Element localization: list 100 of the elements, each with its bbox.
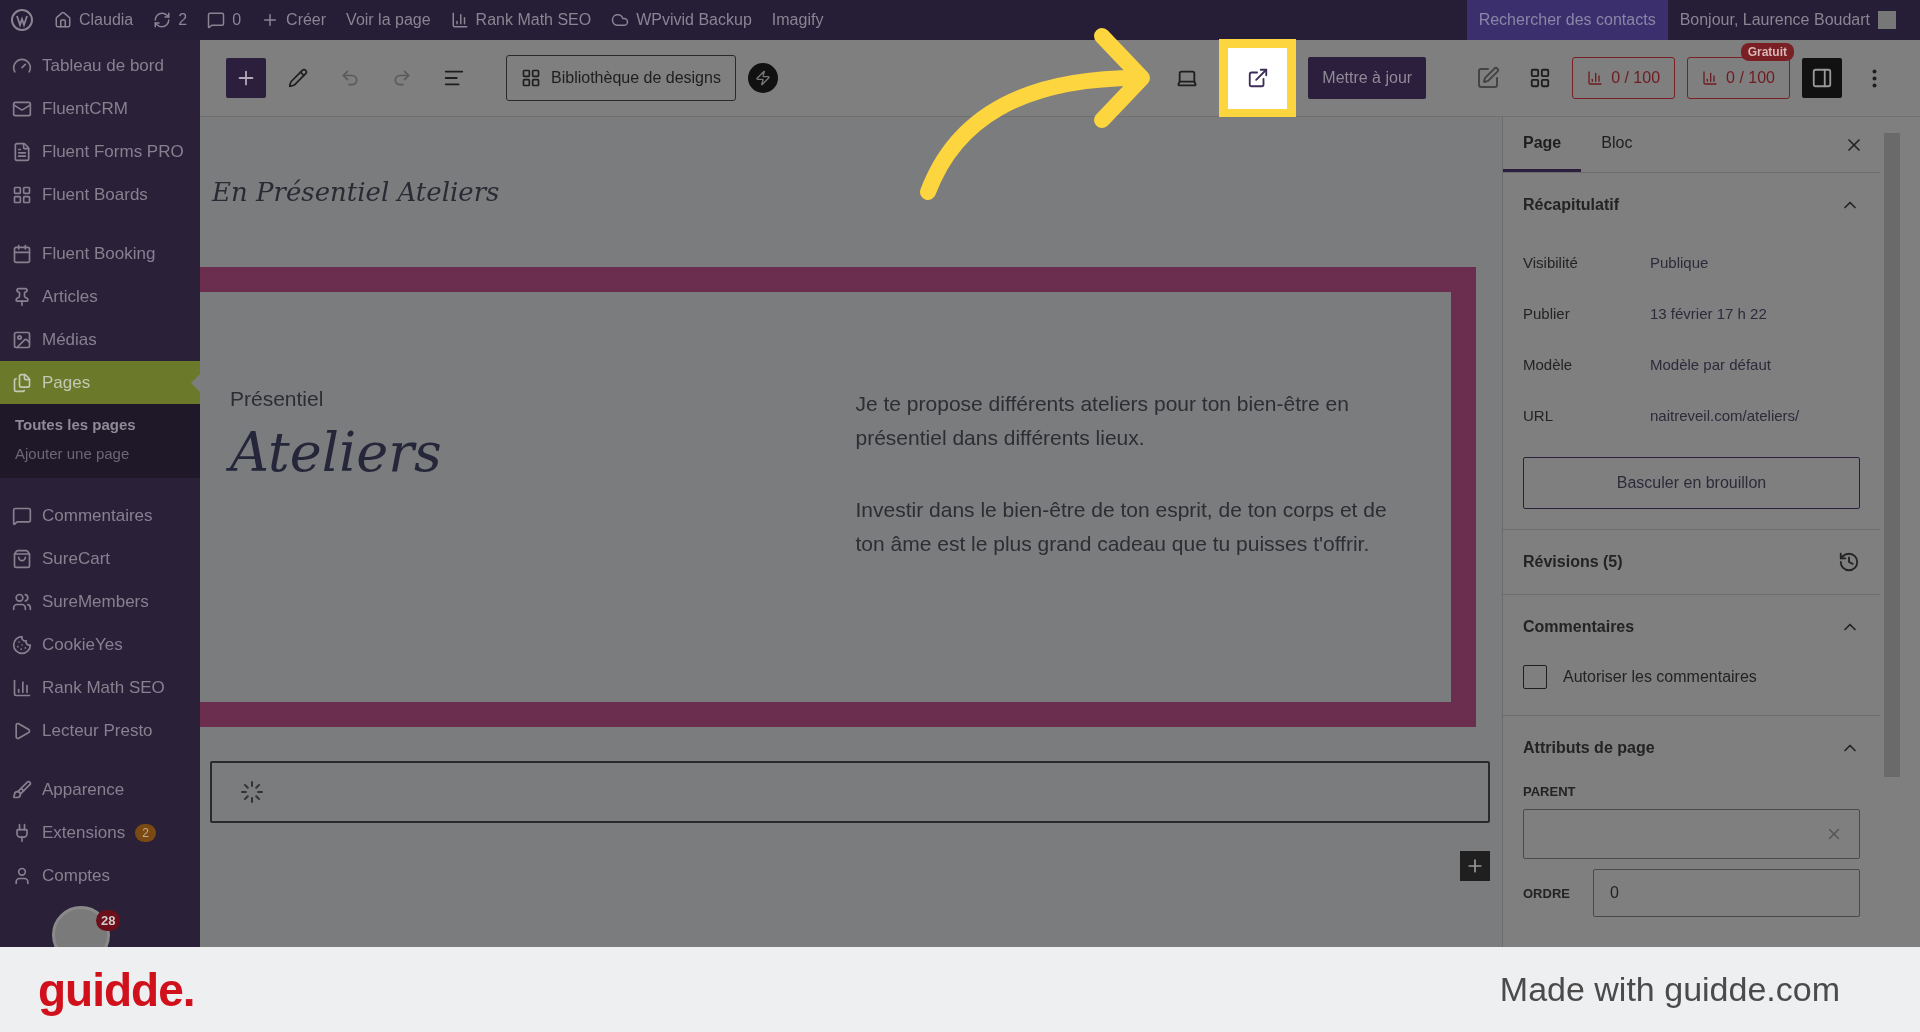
field-value[interactable]: Publique [1650, 254, 1709, 271]
play-icon [12, 720, 32, 741]
plugin-logo-icon[interactable] [747, 63, 778, 93]
field-value[interactable]: Modèle par défaut [1650, 356, 1771, 373]
history-icon[interactable] [1838, 551, 1860, 573]
seo-score-button[interactable]: 0 / 100 [1572, 57, 1676, 99]
sidebar-label: Fluent Forms PRO [42, 141, 184, 162]
avatar-icon [1878, 11, 1896, 29]
sidebar-label: Médias [42, 329, 97, 350]
undo-icon [340, 68, 360, 88]
chart-icon [1587, 70, 1604, 86]
wordpress-logo-icon[interactable] [10, 8, 34, 32]
checkbox[interactable] [1523, 665, 1547, 689]
sidebar-item[interactable]: Pages [0, 361, 200, 404]
sidebar-panel-icon [1811, 67, 1833, 89]
sidebar-label: Fluent Booking [42, 243, 156, 264]
form-icon [12, 141, 32, 162]
field-label: URL [1523, 407, 1554, 424]
sidebar-item[interactable]: Fluent Boards [0, 173, 200, 216]
sidebar-item[interactable]: Rank Math SEO [0, 666, 200, 709]
refresh-icon [153, 11, 172, 29]
calendar-icon [12, 243, 32, 264]
submenu-item[interactable]: Toutes les pages [0, 410, 200, 439]
add-block-button[interactable] [226, 58, 266, 98]
site-link[interactable]: Claudia [44, 11, 144, 29]
grid-icon [521, 68, 541, 88]
sidebar-label: SureMembers [42, 591, 149, 612]
sidebar-item[interactable]: Fluent Forms PRO [0, 130, 200, 173]
image-icon [12, 329, 32, 350]
sidebar-label: Fluent Boards [42, 184, 148, 205]
design-library-button[interactable]: Bibliothèque de designs [506, 55, 736, 101]
chart-icon [12, 677, 32, 698]
sidebar-label: Lecteur Presto [42, 720, 153, 741]
sidebar-item[interactable]: Médias [0, 318, 200, 361]
sidebar-item[interactable]: Commentaires [0, 494, 200, 537]
sidebar-label: Rank Math SEO [42, 677, 165, 698]
update-button[interactable]: Mettre à jour [1308, 57, 1427, 99]
parent-field[interactable] [1523, 809, 1860, 859]
search-contacts-link[interactable]: Rechercher des contacts [1466, 0, 1668, 40]
admin-bar-link[interactable]: Imagify [761, 11, 834, 29]
order-field[interactable]: 0 [1593, 869, 1860, 917]
view-page-button[interactable] [1219, 38, 1297, 118]
comment-icon [12, 505, 32, 526]
grid-icon [1529, 67, 1552, 89]
submenu-item[interactable]: Ajouter une page [0, 439, 200, 468]
sidebar-item[interactable]: SureCart [0, 537, 200, 580]
add-block-button[interactable] [1460, 851, 1490, 881]
comments-link[interactable]: 0 [197, 11, 252, 29]
comment-icon [207, 11, 226, 29]
sidebar-item[interactable]: Apparence [0, 768, 200, 811]
section-paragraph: Investir dans le bien-être de ton esprit, de ton corps et de ton âme est le plus grand cadeau que tu puisses t'offrir. [854, 497, 1388, 557]
sidebar-item[interactable]: Tableau de bord [0, 44, 200, 87]
sidebar-item[interactable]: Comptes [0, 854, 200, 897]
sidebar-label: Comptes [42, 865, 111, 886]
sidebar-item[interactable]: Articles [0, 275, 200, 318]
user-icon [12, 865, 32, 886]
panel-tab[interactable]: Bloc [1581, 117, 1653, 172]
section-title: Attributs de page [1523, 739, 1655, 757]
sidebar-item[interactable]: Lecteur Presto [0, 709, 200, 752]
field-label: Visibilité [1523, 254, 1579, 271]
sidebar-label: Commentaires [42, 505, 153, 526]
settings-toggle-button[interactable] [1802, 58, 1842, 98]
sidebar-item[interactable]: CookieYes [0, 623, 200, 666]
cookie-icon [12, 634, 32, 655]
admin-bar-link[interactable]: Rank Math SEO [440, 11, 602, 29]
switch-to-draft-button[interactable]: Basculer en brouillon [1523, 457, 1860, 509]
sidebar-item[interactable]: FluentCRM [0, 87, 200, 130]
sidebar-label: Articles [42, 286, 98, 307]
admin-bar-link[interactable]: Voir la page [336, 11, 441, 29]
panel-tab[interactable]: Page [1503, 117, 1582, 172]
free-badge: Gratuit [1740, 43, 1794, 61]
field-label: PARENT [1523, 784, 1577, 799]
footer-tagline: Made with guidde.com [1499, 970, 1840, 1009]
section-title: Commentaires [1523, 618, 1635, 636]
brand-logo: guidde. [38, 962, 195, 1017]
sidebar-label: Tableau de bord [42, 55, 164, 76]
sidebar-item[interactable]: Extensions 2 [0, 811, 200, 854]
admin-bar-link[interactable]: Créer [251, 11, 337, 29]
field-label: Modèle [1523, 356, 1574, 373]
bag-icon [12, 548, 32, 569]
pencil-icon [288, 68, 308, 88]
admin-bar-link[interactable]: WPvivid Backup [601, 11, 762, 29]
redo-icon [392, 68, 412, 88]
users-icon [12, 591, 32, 612]
field-value[interactable]: naitreveil.com/ateliers/ [1650, 407, 1800, 424]
chart-icon [1702, 70, 1719, 86]
sidebar-label: Extensions [42, 822, 126, 843]
sidebar-item[interactable]: Fluent Booking [0, 232, 200, 275]
cloud-icon [611, 11, 630, 29]
sidebar-label: SureCart [42, 548, 111, 569]
sidebar-item[interactable]: SureMembers [0, 580, 200, 623]
checkbox-label: Autoriser les commentaires [1563, 668, 1757, 686]
account-menu[interactable]: Bonjour, Laurence Boudart [1667, 0, 1920, 40]
sidebar-label: FluentCRM [42, 98, 128, 119]
field-value[interactable]: 13 février 17 h 22 [1650, 305, 1767, 322]
more-icon [1871, 68, 1877, 88]
sidebar-label: CookieYes [42, 634, 123, 655]
updates-link[interactable]: 2 [143, 11, 198, 29]
chart-icon [450, 11, 469, 29]
site-title: En Présentiel Ateliers [210, 176, 501, 209]
